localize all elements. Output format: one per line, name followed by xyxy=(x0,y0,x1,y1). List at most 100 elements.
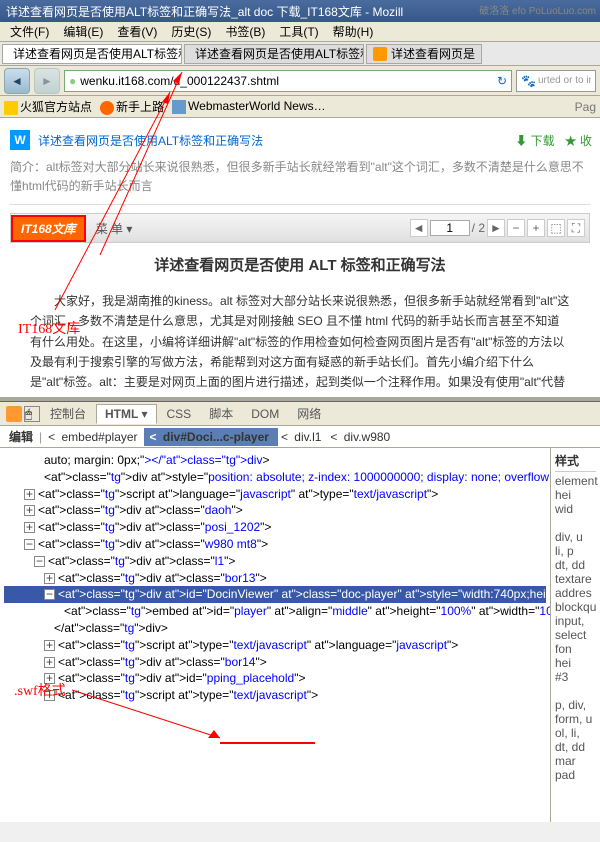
prev-page-button[interactable]: ◄ xyxy=(410,219,428,237)
dom-node[interactable]: −<at">class="tg">div at">class="w980 mt8… xyxy=(4,536,546,553)
doc-menu-button[interactable]: 菜 单 ▾ xyxy=(96,220,133,237)
menu-file[interactable]: 文件(F) xyxy=(4,21,55,42)
style-rule[interactable]: fon xyxy=(555,642,596,656)
bookmark-item[interactable]: 火狐官方站点 xyxy=(4,98,92,115)
watermark: 破洛洛 efo PoLuoLuo.com xyxy=(479,2,596,17)
pager-badge: Pag xyxy=(575,100,596,114)
annotation-it168: IT168文库 xyxy=(18,318,80,338)
style-rule[interactable]: input, xyxy=(555,614,596,628)
style-rule[interactable]: blockqu xyxy=(555,600,596,614)
dom-node[interactable]: <at">class="tg">div at">style="position:… xyxy=(4,469,546,486)
doc-toolbar-right: ◄ / 2 ► − + ⬚ ⛶ xyxy=(410,219,589,237)
style-rule[interactable]: dt, dd xyxy=(555,558,596,572)
edit-button[interactable]: 编辑 xyxy=(6,428,36,445)
tab-3[interactable]: 详述查看网页是 xyxy=(366,44,482,64)
style-rule[interactable]: addres xyxy=(555,586,596,600)
zoom-out-button[interactable]: − xyxy=(507,219,525,237)
devtab-css[interactable]: CSS xyxy=(159,405,200,423)
style-rule[interactable]: pad xyxy=(555,768,596,782)
devtab-html[interactable]: HTML ▾ xyxy=(96,404,156,424)
crumb-item-selected[interactable]: < div#Doci...c-player xyxy=(144,428,278,446)
dom-node[interactable]: </at">class="tg">div> xyxy=(4,620,546,637)
style-rule[interactable]: #3 xyxy=(555,670,596,684)
devtab-script[interactable]: 脚本 xyxy=(201,403,241,424)
inspect-icon[interactable]: 🖱 xyxy=(24,406,40,422)
breadcrumb: 编辑 | < embed#player < div#Doci...c-playe… xyxy=(0,426,600,448)
page-title: 详述查看网页是否使用ALT标签和正确写法 xyxy=(38,132,263,149)
next-page-button[interactable]: ► xyxy=(487,219,505,237)
url-box[interactable]: ● ↻ xyxy=(64,70,512,92)
style-rule[interactable]: select xyxy=(555,628,596,642)
page-intro: 简介：alt标签对大部分站长来说很熟悉，但很多新手站长就经常看到"alt"这个词… xyxy=(10,158,590,205)
dom-node[interactable]: +<at">class="tg">div at">id="pping_place… xyxy=(4,670,546,687)
page-number-input[interactable] xyxy=(430,220,470,236)
style-rule[interactable]: hei xyxy=(555,488,596,502)
dom-node[interactable]: <at">class="tg">embed at">id="player" at… xyxy=(4,603,546,620)
bookmark-item[interactable]: WebmasterWorld News… xyxy=(172,99,326,114)
menu-history[interactable]: 历史(S) xyxy=(165,21,217,42)
dom-node[interactable]: −<at">class="tg">div at">id="DocinViewer… xyxy=(4,586,546,603)
page-content: W 详述查看网页是否使用ALT标签和正确写法 ⬇ 下载 ★ 收 简介：alt标签… xyxy=(0,118,600,396)
search-box[interactable]: 🐾 urted or to im xyxy=(516,70,596,92)
tab-1[interactable]: 详述查看网页是否使用ALT标签和正...× xyxy=(2,44,182,64)
devtools: 🖱 控制台 HTML ▾ CSS 脚本 DOM 网络 编辑 | < embed#… xyxy=(0,402,600,822)
dom-node[interactable]: +<at">class="tg">script at">type="text/j… xyxy=(4,687,546,704)
devtab-console[interactable]: 控制台 xyxy=(42,403,94,424)
crumb-item[interactable]: < div.w980 xyxy=(327,430,396,444)
dom-node[interactable]: +<at">class="tg">script at">language="ja… xyxy=(4,486,546,503)
dom-node[interactable]: −<at">class="tg">div at">class="l1"> xyxy=(4,553,546,570)
dom-node[interactable]: auto; margin: 0px;"></"at">class="tg">di… xyxy=(4,452,546,469)
doc-body: 大家好，我是湖南推的kiness。alt 标签对大部分站长来说很熟悉，但很多新手… xyxy=(30,291,570,396)
browser-tabs: 详述查看网页是否使用ALT标签和正...× 详述查看网页是否使用ALT标签和正.… xyxy=(0,42,600,66)
fit-width-button[interactable]: ⬚ xyxy=(547,219,565,237)
crumb-item[interactable]: < div.l1 xyxy=(278,430,327,444)
style-rule[interactable]: div, u xyxy=(555,530,596,544)
style-rule[interactable]: dt, dd xyxy=(555,740,596,754)
devtab-dom[interactable]: DOM xyxy=(243,405,287,423)
tab-2[interactable]: 详述查看网页是否使用ALT标签和正...× xyxy=(184,44,364,64)
style-rule[interactable]: hei xyxy=(555,656,596,670)
folder-icon xyxy=(4,101,18,115)
fullscreen-button[interactable]: ⛶ xyxy=(567,219,585,237)
style-rule[interactable]: textare xyxy=(555,572,596,586)
back-button[interactable]: ◄ xyxy=(4,68,30,94)
style-rule[interactable]: mar xyxy=(555,754,596,768)
it168-logo[interactable]: IT168文库 xyxy=(11,215,86,242)
style-rule[interactable] xyxy=(555,684,596,698)
dom-node[interactable]: +<at">class="tg">div at">class="bor13"> xyxy=(4,570,546,587)
style-rule[interactable]: form, u xyxy=(555,712,596,726)
style-rule[interactable]: wid xyxy=(555,502,596,516)
crumb-item[interactable]: < embed#player xyxy=(45,430,143,444)
site-identity-icon[interactable]: ● xyxy=(69,74,76,88)
menu-help[interactable]: 帮助(H) xyxy=(327,21,380,42)
doc-toolbar: IT168文库 菜 单 ▾ ◄ / 2 ► − + ⬚ ⛶ xyxy=(10,213,590,243)
menu-view[interactable]: 查看(V) xyxy=(111,21,163,42)
url-input[interactable] xyxy=(80,74,497,88)
dom-node[interactable]: +<at">class="tg">div at">class="posi_120… xyxy=(4,519,546,536)
forward-button[interactable]: ► xyxy=(34,68,60,94)
dom-node[interactable]: +<at">class="tg">script at">type="text/j… xyxy=(4,637,546,654)
tab-label: 详述查看网页是否使用ALT标签和正... xyxy=(13,45,182,62)
style-rule[interactable]: ol, li, xyxy=(555,726,596,740)
zoom-in-button[interactable]: + xyxy=(527,219,545,237)
menu-edit[interactable]: 编辑(E) xyxy=(57,21,109,42)
devtab-net[interactable]: 网络 xyxy=(289,403,329,424)
style-rule[interactable]: li, p xyxy=(555,544,596,558)
dom-tree[interactable]: auto; margin: 0px;"></"at">class="tg">di… xyxy=(0,448,550,822)
download-link[interactable]: ⬇ 下载 ★ 收 xyxy=(515,132,592,149)
dom-node[interactable]: +<at">class="tg">div at">class="bor14"> xyxy=(4,654,546,671)
doc-icon: W xyxy=(10,130,30,150)
firebug-icon[interactable] xyxy=(6,406,22,422)
devtools-tabs: 🖱 控制台 HTML ▾ CSS 脚本 DOM 网络 xyxy=(0,402,600,426)
bookmark-item[interactable]: 新手上路 xyxy=(100,98,164,115)
styles-panel[interactable]: 样式 elementheiwid div, uli, pdt, ddtextar… xyxy=(550,448,600,822)
tab-label: 详述查看网页是否使用ALT标签和正... xyxy=(195,45,364,62)
reload-icon[interactable]: ↻ xyxy=(497,74,507,88)
dom-node[interactable]: +<at">class="tg">div at">class="daoh"> xyxy=(4,502,546,519)
style-rule[interactable]: p, div, xyxy=(555,698,596,712)
menu-bookmarks[interactable]: 书签(B) xyxy=(219,21,271,42)
style-rule[interactable] xyxy=(555,516,596,530)
style-rule[interactable]: element xyxy=(555,474,596,488)
menubar: 文件(F) 编辑(E) 查看(V) 历史(S) 书签(B) 工具(T) 帮助(H… xyxy=(0,22,600,42)
menu-tools[interactable]: 工具(T) xyxy=(273,21,324,42)
